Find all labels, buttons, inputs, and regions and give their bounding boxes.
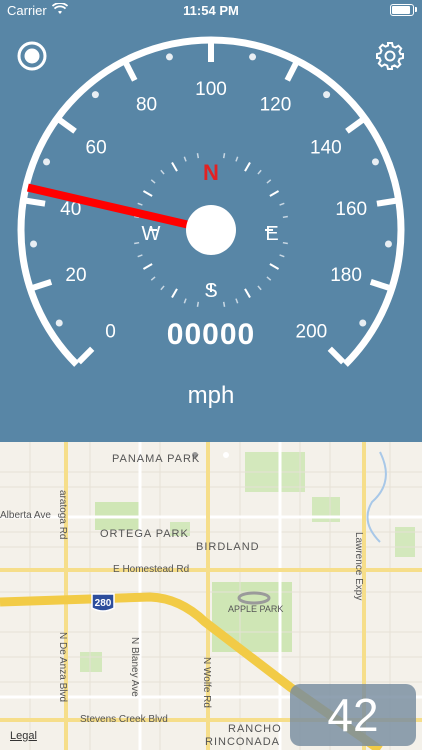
compass-tick (269, 190, 280, 197)
compass-tick (196, 301, 200, 307)
speed-label: 140 (310, 138, 342, 159)
park-area (80, 652, 102, 672)
compass-tick (160, 285, 165, 291)
speed-major-tick (376, 197, 397, 207)
speed-unit: mph (187, 382, 235, 409)
speedometer-panel: Carrier 11:54 PM 0 20 40 60 80 100 120 140 160 18… (0, 0, 422, 442)
speed-major-tick (345, 117, 365, 134)
speed-label: 80 (136, 94, 157, 115)
compass-tick (222, 301, 226, 307)
map-label-panama-park: PANAMA PARK (112, 453, 200, 465)
compass-tick (183, 298, 187, 304)
compass-north-label: N (203, 160, 219, 185)
speed-major-tick (369, 279, 390, 291)
compass-tick (171, 161, 178, 172)
compass-east-label: E (265, 223, 278, 245)
speed-minor-dot (384, 240, 392, 248)
compass-tick (137, 254, 143, 258)
compass-west-label: W (142, 223, 161, 245)
map-label-alberta-ave: Alberta Ave (0, 510, 51, 521)
compass-tick (222, 153, 226, 159)
map-label-lawrence-expy: Lawrence Expy (353, 532, 364, 600)
compass-tick (279, 202, 285, 206)
speed-major-tick (284, 62, 299, 82)
map-label-de-anza-blvd: N De Anza Blvd (57, 632, 68, 702)
highway-shield-number: 280 (95, 598, 112, 609)
map-label-blaney-ave: N Blaney Ave (129, 637, 140, 697)
highway-280-shield: 280 (91, 593, 115, 612)
speed-label: 20 (65, 265, 86, 286)
map-label-saratoga-rd: aratoga Rd (57, 490, 68, 539)
speed-minor-dot (43, 158, 51, 166)
map-label-wolfe-rd: N Wolfe Rd (201, 657, 212, 708)
compass-tick (196, 153, 200, 159)
speed-minor-dot (165, 53, 173, 61)
map-legal-link[interactable]: Legal (10, 730, 37, 742)
map-label-rancho: RANCHO (228, 723, 282, 735)
compass-tick (269, 263, 280, 270)
speed-label: 180 (330, 265, 362, 286)
compass-south-label: S (204, 280, 217, 302)
compass-tick (266, 276, 272, 281)
map-label-homestead-rd: E Homestead Rd (113, 564, 189, 575)
current-speed-display: 42 (290, 684, 416, 746)
speed-minor-dot (371, 158, 379, 166)
compass-tick (150, 179, 156, 184)
speed-needle (26, 183, 212, 234)
compass-tick (282, 241, 288, 245)
speed-minor-dot (323, 91, 331, 99)
compass-tick (257, 285, 262, 291)
compass-tick (142, 263, 153, 270)
compass-tick (142, 190, 153, 197)
speed-gauge: 020406080100120140160180200 N E S W (17, 36, 405, 367)
speed-label: 100 (195, 79, 227, 100)
speed-label: 120 (260, 94, 292, 115)
map-label-apple-park: APPLE PARK (228, 604, 283, 614)
speed-major-tick (32, 279, 53, 291)
map-label-stevens-creek: Stevens Creek Blvd (80, 714, 168, 725)
compass-tick (257, 169, 262, 175)
compass-tick (134, 241, 140, 245)
compass-tick (279, 254, 285, 258)
map-label-rinconada: RINCONADA (205, 736, 280, 748)
odometer: 00000 (166, 318, 256, 351)
map-label-birdland: BIRDLAND (196, 541, 260, 553)
compass-tick (266, 179, 272, 184)
speed-label: 60 (86, 138, 107, 159)
speed-major-tick (25, 197, 46, 207)
compass-tick (183, 156, 187, 162)
compass-tick (171, 288, 178, 299)
speed-major-tick (123, 62, 138, 82)
needle-hub (186, 205, 236, 255)
speed-minor-dot (91, 91, 99, 99)
creek (366, 451, 387, 543)
speed-minor-dot (30, 240, 38, 248)
speed-label: 160 (335, 199, 367, 220)
compass-tick (150, 276, 156, 281)
map-label-ortega-park: ORTEGA PARK (100, 528, 189, 540)
compass-tick (244, 288, 251, 299)
speed-minor-dot (249, 53, 257, 61)
page-dot[interactable] (223, 452, 229, 458)
compass-tick (235, 298, 239, 304)
compass-tick (244, 161, 251, 172)
compass-tick (235, 156, 239, 162)
compass-tick (137, 202, 143, 206)
compass-tick (160, 169, 165, 175)
compass-tick (282, 215, 288, 219)
speed-major-tick (57, 117, 77, 134)
